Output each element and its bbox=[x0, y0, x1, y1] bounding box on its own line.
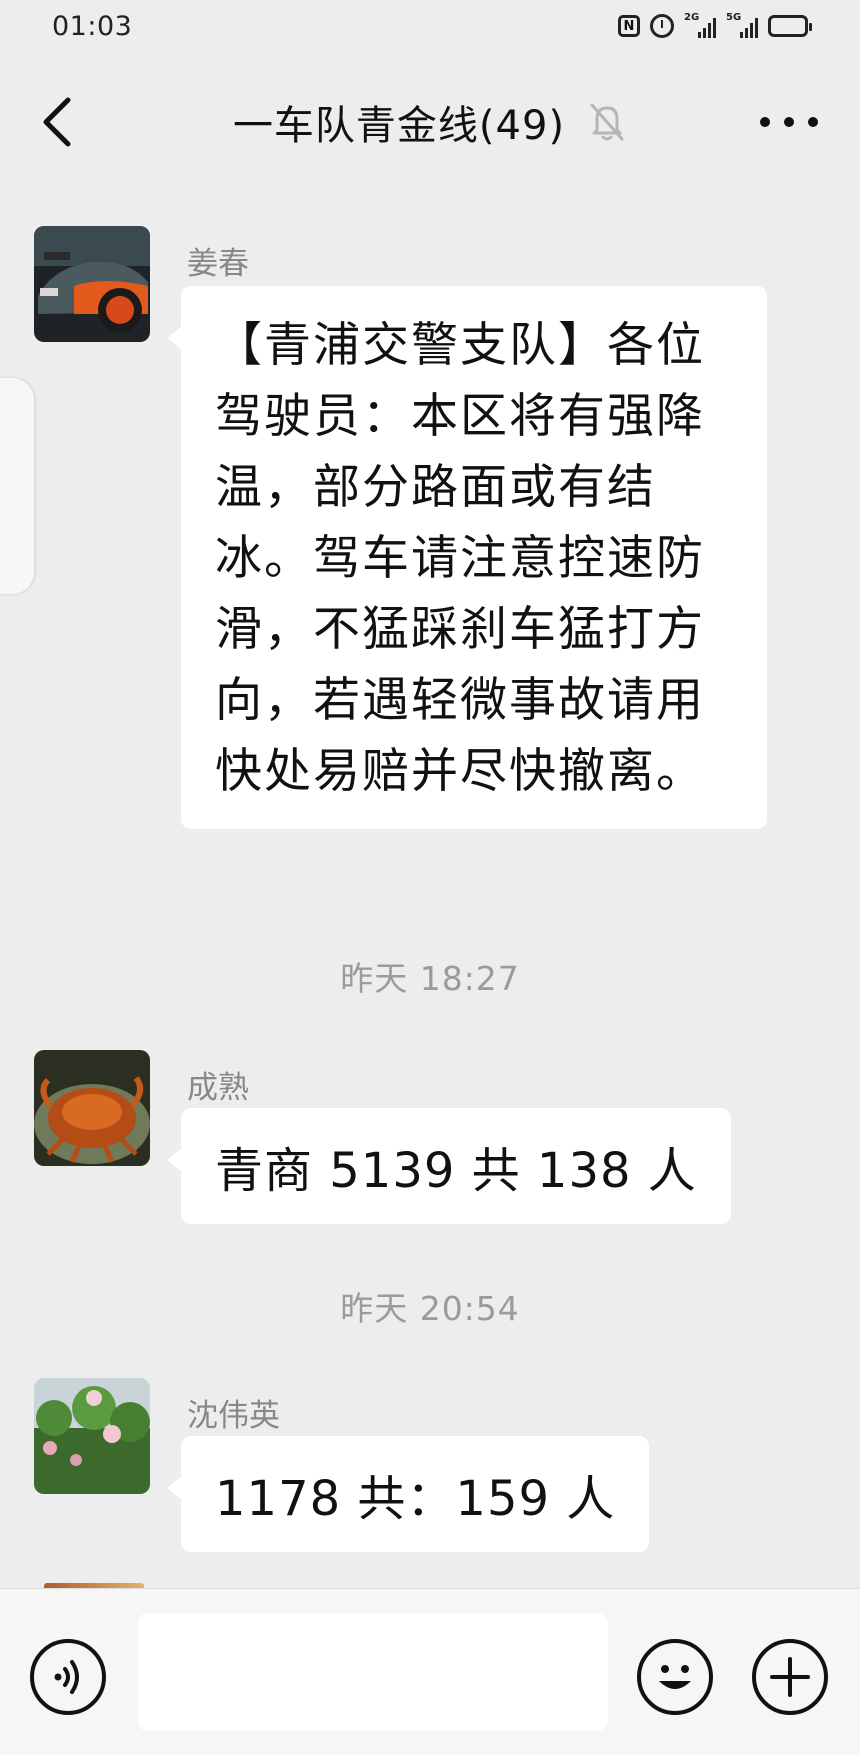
emoji-icon bbox=[659, 1665, 691, 1689]
status-icons: N 2G 5G bbox=[618, 12, 812, 38]
dot-icon bbox=[784, 117, 794, 127]
chat-header: 一车队青金线(49) bbox=[0, 52, 860, 194]
title-wrap: 一车队青金线(49) bbox=[0, 90, 860, 154]
sender-name: 成熟 bbox=[187, 1070, 249, 1106]
crab-avatar-icon bbox=[34, 1050, 150, 1166]
signal-icon: 2G bbox=[684, 12, 716, 38]
bell-slash-icon bbox=[590, 103, 624, 141]
sports-car-avatar-icon bbox=[34, 226, 150, 342]
message-bubble[interactable]: 1178 共：159 人 bbox=[166, 1436, 650, 1552]
voice-button[interactable] bbox=[30, 1639, 106, 1715]
message-bubble[interactable]: 【青浦交警支队】各位驾驶员：本区将有强降温，部分路面或有结冰。驾车请注意控速防滑… bbox=[167, 286, 767, 829]
plus-icon bbox=[770, 1657, 810, 1697]
plus-button[interactable] bbox=[752, 1639, 828, 1715]
side-drawer-handle[interactable] bbox=[0, 378, 34, 594]
avatar[interactable] bbox=[34, 226, 150, 342]
emoji-button[interactable] bbox=[637, 1639, 713, 1715]
signal-5g-icon: 5G bbox=[726, 12, 758, 38]
nfc-icon: N bbox=[618, 15, 640, 37]
more-options-button[interactable] bbox=[760, 112, 818, 132]
signal-5g-label: 5G bbox=[726, 12, 742, 23]
signal-label: 2G bbox=[684, 12, 700, 23]
sender-name: 姜春 bbox=[187, 246, 249, 282]
status-bar: 01:03 N 2G 5G bbox=[0, 0, 860, 52]
input-toolbar bbox=[0, 1588, 860, 1755]
voice-icon bbox=[54, 1660, 79, 1694]
avatar[interactable] bbox=[34, 1378, 150, 1494]
dot-icon bbox=[808, 117, 818, 127]
alarm-icon bbox=[650, 14, 674, 38]
sender-name: 沈伟英 bbox=[187, 1398, 280, 1434]
status-time: 01:03 bbox=[52, 10, 133, 42]
flowers-avatar-icon bbox=[34, 1378, 150, 1494]
timestamp: 昨天 20:54 bbox=[340, 1289, 520, 1328]
avatar[interactable] bbox=[34, 1050, 150, 1166]
dot-icon bbox=[760, 117, 770, 127]
battery-icon bbox=[768, 15, 812, 37]
chat-title: 一车队青金线(49) bbox=[232, 103, 566, 149]
timestamp: 昨天 18:27 bbox=[340, 959, 520, 998]
message-bubble[interactable]: 青商 5139 共 138 人 bbox=[167, 1108, 731, 1224]
message-input[interactable] bbox=[138, 1613, 608, 1731]
